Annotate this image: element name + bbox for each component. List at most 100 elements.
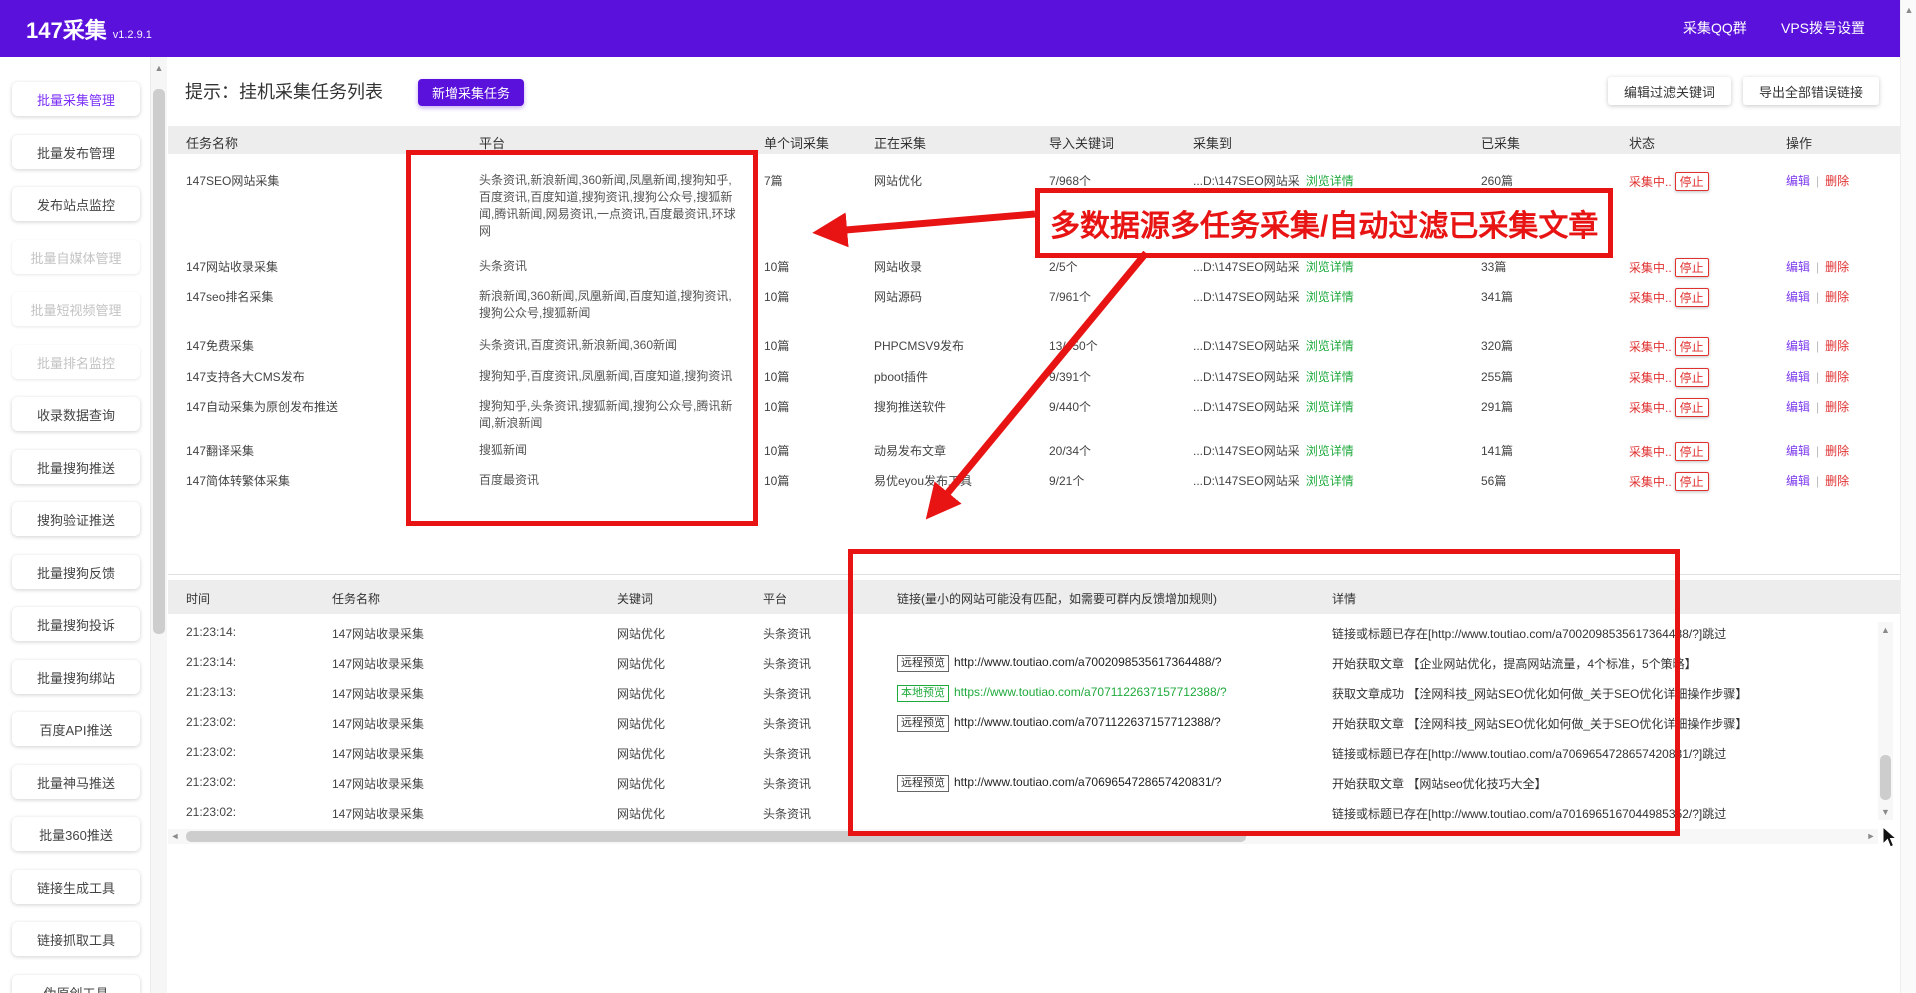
browse-details-link[interactable]: 浏览详情 (1306, 290, 1354, 304)
status-collecting-label: 采集中.. (1629, 401, 1672, 415)
stop-button[interactable]: 停止 (1675, 337, 1709, 356)
page-title: 提示：挂机采集任务列表 (185, 78, 383, 104)
scroll-up-icon[interactable]: ▲ (151, 63, 167, 73)
sidebar-item[interactable]: 收录数据查询 (12, 397, 140, 431)
delete-link[interactable]: 删除 (1825, 339, 1849, 353)
log-horizontal-scrollbar[interactable]: ◄ ► (168, 829, 1878, 844)
sidebar-item[interactable]: 批量360推送 (12, 817, 140, 851)
status-cell: 采集中..停止 (1629, 398, 1709, 417)
delete-link[interactable]: 删除 (1825, 444, 1849, 458)
browse-details-link[interactable]: 浏览详情 (1306, 400, 1354, 414)
imported-keywords: 13/450个 (1049, 337, 1098, 354)
topbar: 147采集v1.2.9.1 采集QQ群 VPS拨号设置 (0, 0, 1916, 57)
stop-button[interactable]: 停止 (1675, 442, 1709, 461)
log-detail: 链接或标题已存在[http://www.toutiao.com/a7002098… (1332, 625, 1726, 642)
actions-cell: 编辑 | 删除 (1786, 442, 1849, 459)
sidebar-item[interactable]: 批量神马推送 (12, 765, 140, 799)
remote-preview-badge[interactable]: 远程预览 (897, 775, 949, 792)
scroll-up-icon[interactable]: ▲ (1878, 625, 1893, 635)
sidebar-item[interactable]: 批量发布管理 (12, 135, 140, 169)
per-word-count: 10篇 (764, 442, 789, 459)
edit-link[interactable]: 编辑 (1786, 174, 1810, 188)
scrollbar-thumb[interactable] (1880, 755, 1891, 800)
remote-preview-badge[interactable]: 远程预览 (897, 655, 949, 672)
status-collecting-label: 采集中.. (1629, 340, 1672, 354)
delete-link[interactable]: 删除 (1825, 290, 1849, 304)
sidebar-item[interactable]: 百度API推送 (12, 712, 140, 746)
edit-link[interactable]: 编辑 (1786, 290, 1810, 304)
collecting-keyword: 动易发布文章 (874, 442, 946, 459)
collected-count: 260篇 (1481, 172, 1513, 189)
sidebar-item[interactable]: 链接抓取工具 (12, 922, 140, 956)
sidebar-item[interactable]: 批量搜狗推送 (12, 450, 140, 484)
delete-link[interactable]: 删除 (1825, 474, 1849, 488)
stop-button[interactable]: 停止 (1675, 258, 1709, 277)
log-vertical-scrollbar[interactable]: ▲ ▼ (1878, 622, 1893, 820)
collecting-keyword: 网站源码 (874, 288, 922, 305)
action-separator: | (1816, 444, 1819, 458)
sidebar-item[interactable]: 批量采集管理 (12, 82, 140, 116)
saved-to-cell: ...D:\147SEO网站采浏览详情 (1193, 258, 1354, 275)
sidebar-item[interactable]: 伪原创工具 (12, 975, 140, 993)
add-collect-task-button[interactable]: 新增采集任务 (418, 79, 524, 106)
scroll-left-icon[interactable]: ◄ (168, 829, 182, 844)
scrollbar-thumb[interactable] (153, 89, 165, 634)
vps-dial-settings-link[interactable]: VPS拨号设置 (1781, 18, 1865, 38)
log-task-name: 147网站收录采集 (332, 715, 424, 732)
browse-details-link[interactable]: 浏览详情 (1306, 444, 1354, 458)
edit-link[interactable]: 编辑 (1786, 474, 1810, 488)
stop-button[interactable]: 停止 (1675, 398, 1709, 417)
delete-link[interactable]: 删除 (1825, 370, 1849, 384)
log-keyword: 网站优化 (617, 715, 665, 732)
mouse-cursor-icon (1882, 826, 1904, 850)
sidebar-item[interactable]: 链接生成工具 (12, 870, 140, 904)
delete-link[interactable]: 删除 (1825, 174, 1849, 188)
browse-details-link[interactable]: 浏览详情 (1306, 174, 1354, 188)
log-detail: 链接或标题已存在[http://www.toutiao.com/a7069654… (1332, 745, 1726, 762)
stop-button[interactable]: 停止 (1675, 368, 1709, 387)
stop-button[interactable]: 停止 (1675, 288, 1709, 307)
saved-to-cell: ...D:\147SEO网站采浏览详情 (1193, 442, 1354, 459)
qq-group-link[interactable]: 采集QQ群 (1683, 18, 1747, 38)
saved-path: ...D:\147SEO网站采 (1193, 260, 1300, 274)
scrollbar-thumb[interactable] (186, 831, 1246, 842)
status-collecting-label: 采集中.. (1629, 175, 1672, 189)
sidebar-item[interactable]: 批量搜狗反馈 (12, 555, 140, 589)
per-word-count: 10篇 (764, 368, 789, 385)
sidebar-item[interactable]: 搜狗验证推送 (12, 502, 140, 536)
edit-link[interactable]: 编辑 (1786, 370, 1810, 384)
sidebar-item[interactable]: 批量搜狗投诉 (12, 607, 140, 641)
sidebar-scrollbar[interactable]: ▲ (150, 57, 167, 993)
stop-button[interactable]: 停止 (1675, 472, 1709, 491)
browse-details-link[interactable]: 浏览详情 (1306, 474, 1354, 488)
browse-details-link[interactable]: 浏览详情 (1306, 339, 1354, 353)
scroll-down-icon[interactable]: ▼ (1878, 807, 1893, 817)
article-url-link[interactable]: http://www.toutiao.com/a7069654728657420… (954, 775, 1222, 789)
article-url-link[interactable]: http://www.toutiao.com/a7002098535617364… (954, 655, 1222, 669)
saved-to-cell: ...D:\147SEO网站采浏览详情 (1193, 398, 1354, 415)
delete-link[interactable]: 删除 (1825, 400, 1849, 414)
edit-link[interactable]: 编辑 (1786, 444, 1810, 458)
browse-details-link[interactable]: 浏览详情 (1306, 260, 1354, 274)
article-url-link[interactable]: http://www.toutiao.com/a7071122637157712… (954, 715, 1221, 729)
collected-count: 320篇 (1481, 337, 1513, 354)
edit-link[interactable]: 编辑 (1786, 400, 1810, 414)
scroll-right-icon[interactable]: ► (1864, 829, 1878, 844)
edit-link[interactable]: 编辑 (1786, 339, 1810, 353)
stop-button[interactable]: 停止 (1675, 172, 1709, 191)
delete-link[interactable]: 删除 (1825, 260, 1849, 274)
local-preview-badge[interactable]: 本地预览 (897, 685, 949, 702)
status-collecting-label: 采集中.. (1629, 475, 1672, 489)
edit-filter-keywords-button[interactable]: 编辑过滤关键词 (1608, 77, 1731, 105)
sidebar-item[interactable]: 批量搜狗绑站 (12, 660, 140, 694)
task-column-header: 已采集 (1481, 133, 1520, 152)
browse-details-link[interactable]: 浏览详情 (1306, 370, 1354, 384)
scroll-up-icon[interactable]: ▲ (1901, 5, 1916, 15)
edit-link[interactable]: 编辑 (1786, 260, 1810, 274)
per-word-count: 10篇 (764, 258, 789, 275)
remote-preview-badge[interactable]: 远程预览 (897, 715, 949, 732)
article-url-link[interactable]: https://www.toutiao.com/a707112263715771… (954, 685, 1227, 699)
export-error-links-button[interactable]: 导出全部错误链接 (1743, 77, 1879, 105)
log-platform: 头条资讯 (763, 715, 811, 732)
sidebar-item[interactable]: 发布站点监控 (12, 187, 140, 221)
